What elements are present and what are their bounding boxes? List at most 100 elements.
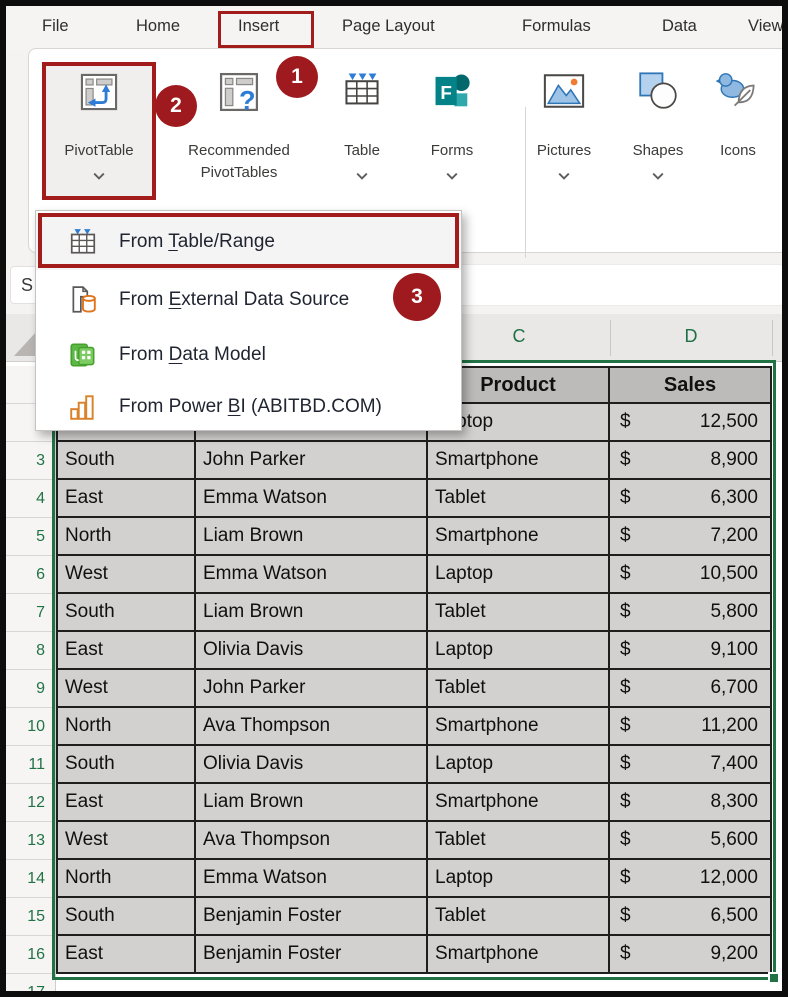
menu-item-from-table-range[interactable]: From Table/Range	[36, 213, 461, 270]
cell[interactable]: Laptop	[428, 860, 610, 898]
cell[interactable]: Liam Brown	[196, 594, 428, 632]
tab-file[interactable]: File	[42, 17, 69, 36]
row-number[interactable]: 17	[6, 974, 55, 992]
tab-formulas[interactable]: Formulas	[522, 17, 591, 36]
row-number[interactable]: 13	[6, 822, 55, 860]
cell-sales[interactable]: $8,900	[610, 442, 772, 480]
cell[interactable]: Tablet	[428, 898, 610, 936]
cell-sales[interactable]: $6,300	[610, 480, 772, 518]
row-number[interactable]: 8	[6, 632, 55, 670]
cell[interactable]: Olivia Davis	[196, 632, 428, 670]
cell-sales[interactable]: $12,000	[610, 860, 772, 898]
cell-sales[interactable]: $6,500	[610, 898, 772, 936]
icons-label: Icons	[720, 142, 756, 159]
cell[interactable]: Laptop	[428, 556, 610, 594]
cell[interactable]: North	[56, 708, 196, 746]
cell-d1-sales-header[interactable]: Sales	[610, 366, 772, 404]
cell[interactable]: West	[56, 670, 196, 708]
cell[interactable]: John Parker	[196, 670, 428, 708]
cell[interactable]: Emma Watson	[196, 480, 428, 518]
cell[interactable]: Tablet	[428, 594, 610, 632]
row-number[interactable]: 12	[6, 784, 55, 822]
cell[interactable]: Emma Watson	[196, 860, 428, 898]
tab-data[interactable]: Data	[662, 17, 697, 36]
cell[interactable]: Smartphone	[428, 708, 610, 746]
row-number[interactable]: 10	[6, 708, 55, 746]
row-number[interactable]: 6	[6, 556, 55, 594]
cell-sales[interactable]: $7,200	[610, 518, 772, 556]
cell-sales[interactable]: $5,800	[610, 594, 772, 632]
row-number[interactable]: 4	[6, 480, 55, 518]
cell[interactable]: Tablet	[428, 670, 610, 708]
column-header-c[interactable]: C	[479, 326, 559, 347]
cell[interactable]: Ava Thompson	[196, 822, 428, 860]
cell-sales[interactable]: $9,200	[610, 936, 772, 974]
cell-sales[interactable]: $7,400	[610, 746, 772, 784]
tab-insert[interactable]: Insert	[238, 17, 279, 36]
cell[interactable]: East	[56, 936, 196, 974]
icons-button[interactable]: Icons	[700, 64, 776, 198]
menu-item-from-power-bi[interactable]: From Power BI (ABITBD.COM)	[36, 383, 461, 430]
cell[interactable]: West	[56, 822, 196, 860]
select-all-corner[interactable]	[14, 332, 36, 356]
cell[interactable]: North	[56, 860, 196, 898]
column-header-d[interactable]: D	[651, 326, 731, 347]
cell[interactable]: Laptop	[428, 746, 610, 784]
cell[interactable]: South	[56, 898, 196, 936]
cell[interactable]: Liam Brown	[196, 518, 428, 556]
cell[interactable]: Smartphone	[428, 936, 610, 974]
tab-page-layout[interactable]: Page Layout	[342, 17, 435, 36]
row-number[interactable]: 3	[6, 442, 55, 480]
pictures-icon	[543, 74, 585, 108]
cell[interactable]: John Parker	[196, 442, 428, 480]
menu-item-label: From Data Model	[119, 344, 266, 365]
cell-sales[interactable]: $8,300	[610, 784, 772, 822]
tab-home[interactable]: Home	[136, 17, 180, 36]
cell[interactable]: Benjamin Foster	[196, 936, 428, 974]
row-number[interactable]: 11	[6, 746, 55, 784]
pictures-button[interactable]: Pictures	[512, 64, 616, 198]
cell-sales[interactable]: $6,700	[610, 670, 772, 708]
cell[interactable]: South	[56, 746, 196, 784]
cell[interactable]: East	[56, 480, 196, 518]
cell-sales[interactable]: $12,500	[610, 404, 772, 442]
shapes-label: Shapes	[632, 142, 684, 159]
row-number[interactable]: 9	[6, 670, 55, 708]
shapes-button[interactable]: Shapes	[620, 64, 696, 198]
row-number[interactable]: 15	[6, 898, 55, 936]
cell[interactable]: Liam Brown	[196, 784, 428, 822]
cell[interactable]: South	[56, 594, 196, 632]
cell[interactable]: Smartphone	[428, 784, 610, 822]
cell-sales[interactable]: $9,100	[610, 632, 772, 670]
pivottable-button[interactable]: PivotTable	[44, 64, 154, 198]
cell[interactable]: Olivia Davis	[196, 746, 428, 784]
cell[interactable]: Tablet	[428, 480, 610, 518]
tab-view[interactable]: View	[748, 17, 782, 36]
row-number[interactable]: 14	[6, 860, 55, 898]
forms-button[interactable]: F Forms	[408, 64, 496, 198]
cell[interactable]: Laptop	[428, 632, 610, 670]
chevron-down-icon	[93, 172, 105, 180]
cell[interactable]: East	[56, 632, 196, 670]
cell[interactable]: Emma Watson	[196, 556, 428, 594]
cell[interactable]: East	[56, 784, 196, 822]
table-row: South John Parker Smartphone $8,900	[56, 442, 772, 480]
cell[interactable]: Tablet	[428, 822, 610, 860]
cell-sales[interactable]: $10,500	[610, 556, 772, 594]
row-number[interactable]: 16	[6, 936, 55, 974]
recommended-pivottables-label-line2: PivotTables	[200, 164, 278, 181]
row-number[interactable]: 7	[6, 594, 55, 632]
cell-sales[interactable]: $5,600	[610, 822, 772, 860]
cell[interactable]: South	[56, 442, 196, 480]
table-button[interactable]: Table	[324, 64, 400, 198]
row-number[interactable]: 5	[6, 518, 55, 556]
cell[interactable]: Ava Thompson	[196, 708, 428, 746]
menu-item-from-data-model[interactable]: From Data Model	[36, 328, 461, 382]
cell[interactable]: North	[56, 518, 196, 556]
cell[interactable]: West	[56, 556, 196, 594]
fill-handle[interactable]	[768, 972, 780, 984]
cell[interactable]: Smartphone	[428, 442, 610, 480]
cell-sales[interactable]: $11,200	[610, 708, 772, 746]
cell[interactable]: Smartphone	[428, 518, 610, 556]
cell[interactable]: Benjamin Foster	[196, 898, 428, 936]
